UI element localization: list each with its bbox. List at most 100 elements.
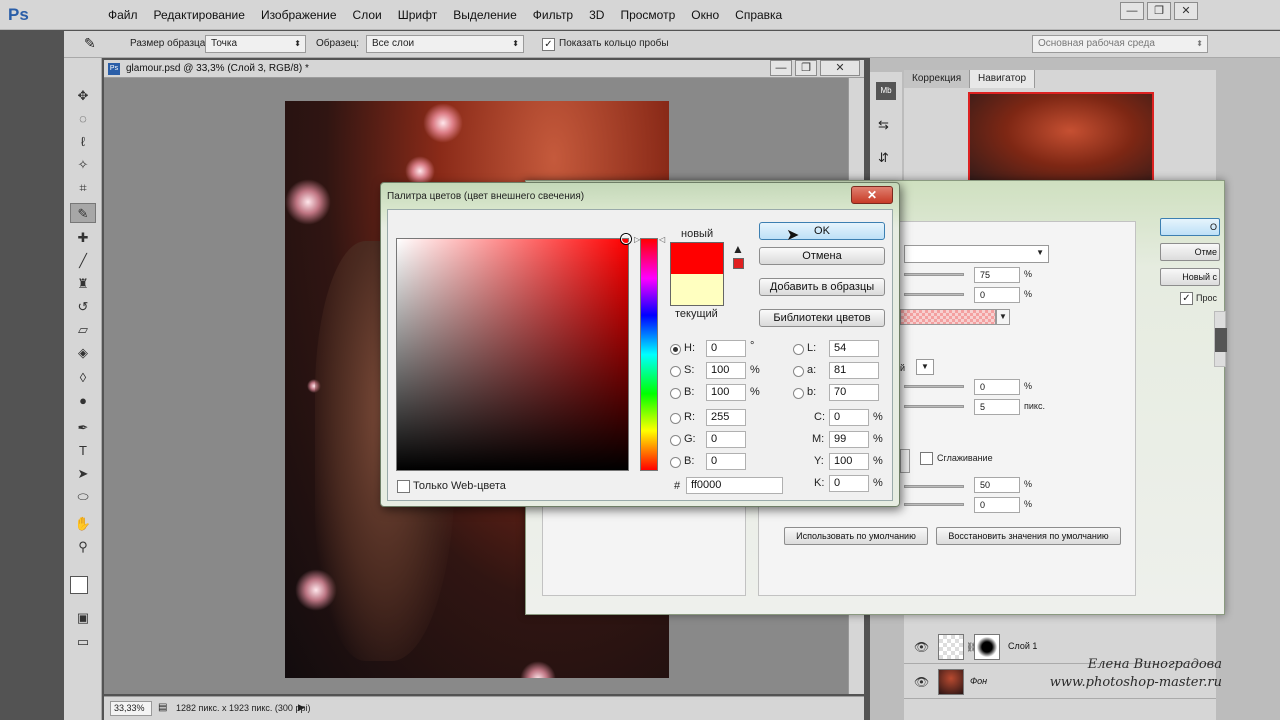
healing-tool-icon[interactable]: ✚ — [70, 228, 96, 248]
hue-input[interactable]: 0 — [706, 340, 746, 357]
doc-restore-button[interactable]: ❐ — [795, 60, 817, 76]
dodge-tool-icon[interactable]: ● — [70, 391, 96, 411]
history-icon[interactable]: ⇆ — [878, 117, 889, 133]
preview-checkbox[interactable]: ✓ — [1180, 292, 1193, 305]
make-default-button[interactable]: Использовать по умолчанию — [784, 527, 928, 545]
green-input[interactable]: 0 — [706, 431, 746, 448]
add-to-swatches-button[interactable]: Добавить в образцы — [759, 278, 885, 296]
saturation-radio[interactable] — [670, 366, 681, 377]
lasso-tool-icon[interactable]: ℓ — [70, 132, 96, 152]
menu-type[interactable]: Шрифт — [390, 0, 445, 30]
current-color-swatch[interactable] — [670, 274, 724, 306]
workspace-select[interactable]: Основная рабочая среда ⬍ — [1032, 35, 1208, 53]
lab-b-input[interactable]: 70 — [829, 384, 879, 401]
ok-button[interactable]: OK — [759, 222, 885, 240]
red-input[interactable]: 255 — [706, 409, 746, 426]
reset-default-button[interactable]: Восстановить значения по умолчанию — [936, 527, 1121, 545]
hue-right-arrow-icon[interactable]: ◁ — [659, 235, 665, 244]
green-radio[interactable] — [670, 435, 681, 446]
noise-slider[interactable] — [904, 293, 964, 296]
brush-tool-icon[interactable]: ╱ — [70, 251, 96, 271]
paint-bucket-tool-icon[interactable]: ◈ — [70, 343, 96, 363]
show-ring-checkbox[interactable]: ✓ — [542, 38, 555, 51]
lab-b-radio[interactable] — [793, 388, 804, 399]
menu-edit[interactable]: Редактирование — [146, 0, 253, 30]
blue-radio[interactable] — [670, 457, 681, 468]
layer-style-ok-button[interactable]: О — [1160, 218, 1220, 236]
web-only-checkbox[interactable] — [397, 480, 410, 493]
minimize-button[interactable]: — — [1120, 2, 1144, 20]
document-tab[interactable]: Ps glamour.psd @ 33,3% (Слой 3, RGB/8) * — [104, 60, 864, 78]
menu-layers[interactable]: Слои — [345, 0, 390, 30]
technique-arrow-icon[interactable]: ▼ — [916, 359, 934, 375]
sample-size-select[interactable]: Точка ⬍ — [205, 35, 306, 53]
lab-l-radio[interactable] — [793, 344, 804, 355]
doc-minimize-button[interactable]: — — [770, 60, 792, 76]
hand-tool-icon[interactable]: ✋ — [70, 514, 96, 534]
info-arrow-icon[interactable]: ▶ — [298, 702, 305, 713]
spread-slider[interactable] — [904, 385, 964, 388]
dialog-close-button[interactable]: ✕ — [851, 186, 893, 204]
size-slider[interactable] — [904, 405, 964, 408]
gamut-color-swatch[interactable] — [733, 258, 744, 269]
black-input[interactable]: 0 — [829, 475, 869, 492]
brightness-input[interactable]: 100 — [706, 384, 746, 401]
menu-3d[interactable]: 3D — [581, 0, 612, 30]
blend-mode-select[interactable]: ▼ — [904, 245, 1049, 263]
restore-button[interactable]: ❐ — [1147, 2, 1171, 20]
screen-mode-icon[interactable]: ▭ — [70, 632, 96, 652]
saturation-brightness-field[interactable] — [396, 234, 631, 471]
menu-window[interactable]: Окно — [683, 0, 727, 30]
color-field-cursor[interactable] — [621, 234, 631, 244]
warning-icon[interactable]: ▲ — [732, 242, 744, 256]
new-style-button[interactable]: Новый с — [1160, 268, 1220, 286]
history-brush-tool-icon[interactable]: ↺ — [70, 297, 96, 317]
magic-wand-tool-icon[interactable]: ✧ — [70, 155, 96, 175]
gradient-preview[interactable] — [900, 309, 996, 325]
layer-style-cancel-button[interactable]: Отме — [1160, 243, 1220, 261]
doc-close-button[interactable]: ✕ — [820, 60, 860, 76]
cyan-input[interactable]: 0 — [829, 409, 869, 426]
status-icon[interactable]: ▤ — [158, 702, 167, 713]
lab-a-input[interactable]: 81 — [829, 362, 879, 379]
shape-tool-icon[interactable]: ⬭ — [70, 487, 96, 507]
blur-tool-icon[interactable]: ◊ — [70, 368, 96, 388]
hue-radio[interactable] — [670, 344, 681, 355]
size-input[interactable]: 5 — [974, 399, 1020, 415]
hex-input[interactable]: ff0000 — [686, 477, 783, 494]
foreground-color-swatch[interactable] — [70, 576, 88, 594]
close-button[interactable]: ✕ — [1174, 2, 1198, 20]
lab-a-radio[interactable] — [793, 366, 804, 377]
move-tool-icon[interactable]: ✥ — [70, 86, 96, 106]
contour-dropdown[interactable] — [900, 449, 910, 473]
hue-left-arrow-icon[interactable]: ▷ — [634, 235, 640, 244]
tab-navigator[interactable]: Навигатор — [970, 70, 1036, 88]
yellow-input[interactable]: 100 — [829, 453, 869, 470]
type-tool-icon[interactable]: T — [70, 441, 96, 461]
sample-select[interactable]: Все слои ⬍ — [366, 35, 524, 53]
range-slider[interactable] — [904, 485, 964, 488]
magenta-input[interactable]: 99 — [829, 431, 869, 448]
menu-help[interactable]: Справка — [727, 0, 790, 30]
gradient-arrow-icon[interactable]: ▼ — [996, 309, 1010, 325]
brightness-radio[interactable] — [670, 388, 681, 399]
zoom-tool-icon[interactable]: ⚲ — [70, 537, 96, 557]
menu-view[interactable]: Просмотр — [612, 0, 683, 30]
opacity-input[interactable]: 75 — [974, 267, 1020, 283]
color-libraries-button[interactable]: Библиотеки цветов — [759, 309, 885, 327]
tab-adjustments[interactable]: Коррекция — [904, 70, 971, 88]
stamp-tool-icon[interactable]: ♜ — [70, 274, 96, 294]
opacity-slider[interactable] — [904, 273, 964, 276]
path-selection-tool-icon[interactable]: ➤ — [70, 464, 96, 484]
antialias-checkbox[interactable] — [920, 452, 933, 465]
menu-select[interactable]: Выделение — [445, 0, 525, 30]
blue-input[interactable]: 0 — [706, 453, 746, 470]
cancel-button[interactable]: Отмена — [759, 247, 885, 265]
usb-icon[interactable]: ⇵ — [878, 150, 889, 166]
red-radio[interactable] — [670, 413, 681, 424]
menu-image[interactable]: Изображение — [253, 0, 345, 30]
marquee-tool-icon[interactable]: ◌ — [70, 109, 96, 129]
jitter-slider[interactable] — [904, 503, 964, 506]
menu-filter[interactable]: Фильтр — [525, 0, 581, 30]
hue-slider[interactable]: ▷ ◁ — [634, 235, 665, 471]
